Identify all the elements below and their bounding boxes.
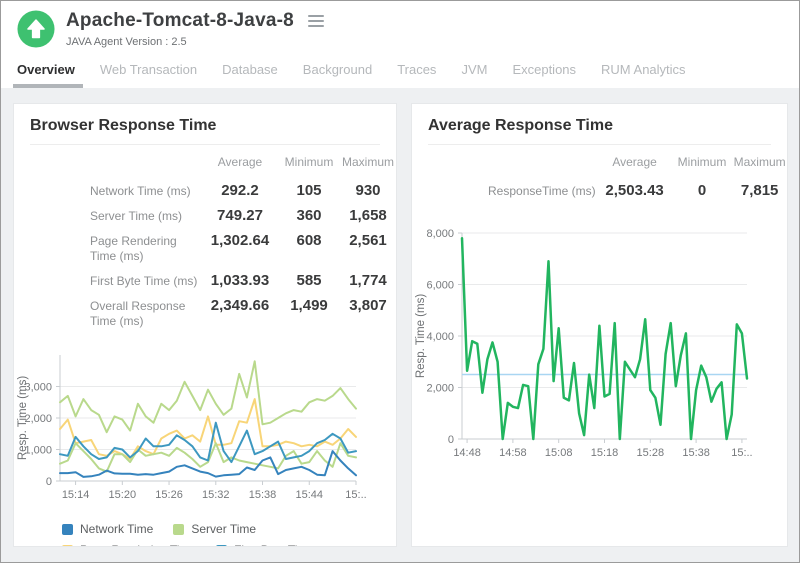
row-label: Page Rendering Time (ms) — [30, 230, 202, 270]
cell-minimum: 1,499 — [278, 295, 340, 320]
tab-background[interactable]: Background — [303, 54, 372, 88]
average-response-chart: 0 2,000 4,000 6,000 8,000 14:48 14:58 15:08 15:1… — [412, 219, 787, 476]
monitor-header: Apache-Tomcat-8-Java-8 JAVA Agent Versio… — [1, 1, 799, 48]
legend-label: Page Rendering Time — [80, 543, 196, 547]
table-row: Network Time (ms) 292.2 105 930 — [30, 180, 396, 205]
cell-average: 1,302.64 — [202, 230, 278, 255]
svg-text:14:58: 14:58 — [499, 447, 527, 459]
legend-item-first-byte-time[interactable]: First Byte Time — [216, 543, 314, 547]
svg-text:4,000: 4,000 — [426, 331, 454, 343]
table-header-row: . Average Minimum Maximum — [30, 155, 396, 180]
browser-response-chart: 01,0002,0003,00015:1415:2015:2615:3215:3… — [14, 343, 396, 516]
svg-text:6,000: 6,000 — [426, 280, 454, 292]
legend-item-network-time[interactable]: Network Time — [62, 522, 153, 536]
line-chart: 01,0002,0003,00015:1415:2015:2615:3215:3… — [14, 343, 366, 511]
agent-version-label: JAVA Agent Version : 2.5 — [66, 36, 326, 48]
page-title: Apache-Tomcat-8-Java-8 — [66, 10, 294, 32]
tab-exceptions[interactable]: Exceptions — [512, 54, 576, 88]
row-label: ResponseTime (ms) — [428, 180, 597, 205]
legend-swatch — [62, 524, 73, 535]
table-row: Overall Response Time (ms) 2,349.66 1,49… — [30, 295, 396, 335]
table-row: Page Rendering Time (ms) 1,302.64 608 2,… — [30, 230, 396, 270]
svg-text:15:..: 15:.. — [731, 447, 752, 459]
svg-text:15:44: 15:44 — [295, 489, 323, 501]
svg-text:Resp. Time (ms): Resp. Time (ms) — [17, 376, 29, 461]
svg-text:15:32: 15:32 — [202, 489, 230, 501]
svg-text:15:14: 15:14 — [62, 489, 90, 501]
legend-swatch — [62, 545, 73, 548]
cell-maximum: 7,815 — [732, 180, 787, 205]
chart-legend: Network Time Server Time Page Rendering … — [62, 522, 396, 547]
cell-minimum: 608 — [278, 230, 340, 255]
cell-average: 2,503.43 — [597, 180, 671, 205]
row-label: Server Time (ms) — [30, 205, 202, 230]
svg-text:0: 0 — [46, 476, 52, 488]
row-label: Network Time (ms) — [30, 180, 202, 205]
cell-average: 2,349.66 — [202, 295, 278, 320]
cell-average: 1,033.93 — [202, 270, 278, 295]
row-label: Overall Response Time (ms) — [30, 295, 202, 335]
svg-text:15:28: 15:28 — [637, 447, 665, 459]
svg-text:Resp. Time (ms): Resp. Time (ms) — [415, 294, 427, 379]
cell-maximum: 2,561 — [340, 230, 396, 255]
svg-text:15:18: 15:18 — [591, 447, 619, 459]
cell-maximum: 1,774 — [340, 270, 396, 295]
legend-swatch — [216, 545, 227, 548]
monitor-status-up-icon — [17, 10, 55, 48]
line-chart: 0 2,000 4,000 6,000 8,000 14:48 14:58 15:08 15:1… — [412, 219, 757, 471]
cell-minimum: 105 — [278, 180, 340, 205]
column-header-average: Average — [597, 155, 671, 175]
cell-maximum: 1,658 — [340, 205, 396, 230]
svg-text:15:38: 15:38 — [249, 489, 277, 501]
svg-text:15:38: 15:38 — [682, 447, 710, 459]
svg-text:2,000: 2,000 — [426, 383, 454, 395]
row-label: First Byte Time (ms) — [30, 270, 202, 295]
cell-minimum: 360 — [278, 205, 340, 230]
table-row: Server Time (ms) 749.27 360 1,658 — [30, 205, 396, 230]
legend-label: Server Time — [191, 522, 256, 536]
table-row: ResponseTime (ms) 2,503.43 0 7,815 — [428, 180, 787, 205]
browser-response-stats-table: . Average Minimum Maximum Network Time (… — [14, 145, 396, 335]
legend-swatch — [173, 524, 184, 535]
hamburger-menu-icon[interactable] — [306, 10, 326, 32]
tab-bar: Overview Web Transaction Database Backgr… — [1, 54, 799, 88]
cell-maximum: 3,807 — [340, 295, 396, 320]
cell-minimum: 0 — [672, 180, 733, 205]
column-header-minimum: Minimum — [672, 155, 733, 175]
average-response-stats-table: . Average Minimum Maximum ResponseTime (… — [412, 145, 787, 205]
panel-browser-response-time: Browser Response Time . Average Minimum … — [13, 103, 397, 547]
column-header-minimum: Minimum — [278, 155, 340, 175]
panel-title: Browser Response Time — [14, 104, 396, 144]
svg-text:15:..: 15:.. — [345, 489, 366, 501]
svg-text:15:08: 15:08 — [545, 447, 573, 459]
legend-label: First Byte Time — [234, 543, 314, 547]
legend-item-server-time[interactable]: Server Time — [173, 522, 256, 536]
tab-rum-analytics[interactable]: RUM Analytics — [601, 54, 686, 88]
cell-maximum: 930 — [340, 180, 396, 205]
legend-item-page-rendering-time[interactable]: Page Rendering Time — [62, 543, 196, 547]
svg-text:14:48: 14:48 — [453, 447, 481, 459]
tab-database[interactable]: Database — [222, 54, 278, 88]
cell-average: 292.2 — [202, 180, 278, 205]
svg-text:15:20: 15:20 — [109, 489, 137, 501]
svg-text:8,000: 8,000 — [426, 228, 454, 240]
dashboard-content: Browser Response Time . Average Minimum … — [1, 88, 799, 562]
column-header-average: Average — [202, 155, 278, 175]
table-row: First Byte Time (ms) 1,033.93 585 1,774 — [30, 270, 396, 295]
column-header-maximum: Maximum — [732, 155, 787, 175]
panel-title: Average Response Time — [412, 104, 787, 144]
tab-overview[interactable]: Overview — [17, 54, 75, 88]
cell-minimum: 585 — [278, 270, 340, 295]
tab-web-transaction[interactable]: Web Transaction — [100, 54, 197, 88]
tab-traces[interactable]: Traces — [397, 54, 436, 88]
table-header-row: . Average Minimum Maximum — [428, 155, 787, 180]
panel-average-response-time: Average Response Time . Average Minimum … — [411, 103, 788, 547]
svg-text:0: 0 — [448, 434, 454, 446]
page: Apache-Tomcat-8-Java-8 JAVA Agent Versio… — [0, 0, 800, 563]
tab-jvm[interactable]: JVM — [461, 54, 487, 88]
svg-text:15:26: 15:26 — [155, 489, 183, 501]
legend-label: Network Time — [80, 522, 153, 536]
cell-average: 749.27 — [202, 205, 278, 230]
column-header-maximum: Maximum — [340, 155, 396, 175]
